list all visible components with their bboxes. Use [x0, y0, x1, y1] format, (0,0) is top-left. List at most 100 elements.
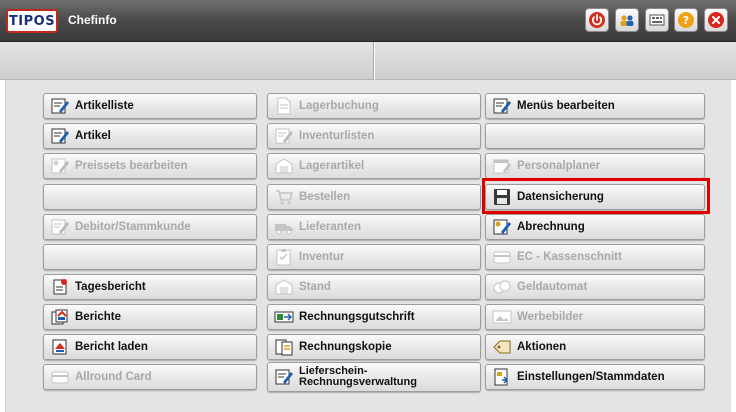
menu-button-label-line: Bericht laden — [75, 341, 148, 353]
menu-button-label: Abrechnung — [517, 221, 585, 233]
menu-button-label: Personalplaner — [517, 160, 600, 172]
menu-button-label: Berichte — [75, 311, 121, 323]
edit-icon — [50, 97, 70, 115]
menu-button-allround-card[interactable]: Allround Card — [43, 364, 257, 390]
menu-button-rechnungsgutschrift[interactable]: Rechnungsgutschrift — [267, 304, 481, 330]
close-icon — [708, 12, 724, 28]
menu-button-label: Tagesbericht — [75, 281, 146, 293]
menu-button-lieferschein[interactable]: Lieferschein- Rechnungsverwaltung — [267, 362, 481, 392]
menu-button-artikelliste[interactable]: Artikelliste — [43, 93, 257, 119]
menu-button-label-line: Inventur — [299, 251, 345, 263]
close-button[interactable] — [704, 8, 728, 32]
menu-button-artikel[interactable]: Artikel — [43, 123, 257, 149]
menu-button-label: Bestellen — [299, 191, 350, 203]
menu-button-label: Stand — [299, 281, 331, 293]
reports-icon — [50, 308, 70, 326]
keyboard-icon — [649, 14, 665, 26]
menu-button-berichte[interactable]: Berichte — [43, 304, 257, 330]
menu-button-label-line: Tagesbericht — [75, 281, 146, 293]
credit-note-icon — [274, 308, 294, 326]
card-reader-icon — [492, 248, 512, 266]
truck-icon — [274, 218, 294, 236]
picture-icon — [492, 308, 512, 326]
warehouse-icon — [274, 157, 294, 175]
menu-button-empty-col3-1[interactable] — [485, 123, 705, 149]
menu-button-lieferanten[interactable]: Lieferanten — [267, 214, 481, 240]
help-icon: ? — [678, 12, 694, 28]
edit-icon — [50, 127, 70, 145]
power-button[interactable] — [585, 8, 609, 32]
menu-button-men-s-bearbeiten[interactable]: Menüs bearbeiten — [485, 93, 705, 119]
menu-button-label-line: Rechnungskopie — [299, 341, 392, 353]
menu-button-label-line: Preissets bearbeiten — [75, 160, 188, 172]
users-button[interactable] — [615, 8, 639, 32]
menu-button-tagesbericht[interactable]: Tagesbericht — [43, 274, 257, 300]
menu-button-label-line: Rechnungsgutschrift — [299, 311, 415, 323]
document-icon — [274, 97, 294, 115]
menu-button-einstellungen-stammdaten[interactable]: Einstellungen/Stammdaten — [485, 364, 705, 390]
menu-button-label: Werbebilder — [517, 311, 583, 323]
menu-button-abrechnung[interactable]: Abrechnung — [485, 214, 705, 240]
menu-button-label-line: Werbebilder — [517, 311, 584, 323]
help-button[interactable]: ? — [674, 8, 698, 32]
menu-button-label-line: Berichte — [75, 311, 122, 323]
edit-icon — [50, 218, 70, 236]
menu-button-bestellen[interactable]: Bestellen — [267, 184, 481, 210]
price-edit-icon — [492, 218, 512, 236]
power-icon — [589, 12, 605, 28]
menu-button-label: Inventurlisten — [299, 130, 374, 142]
menu-button-label-line: Lagerartikel — [299, 160, 365, 172]
cart-icon — [274, 188, 294, 206]
users-icon — [620, 15, 634, 26]
save-icon — [492, 188, 512, 206]
menu-button-geldautomat[interactable]: Geldautomat — [485, 274, 705, 300]
menu-button-empty-col1-3[interactable] — [43, 184, 257, 210]
tag-icon — [492, 338, 512, 356]
menu-button-label: Inventur — [299, 251, 344, 263]
report-load-icon — [50, 338, 70, 356]
menu-button-label: Datensicherung — [517, 191, 604, 203]
menu-button-label: Lieferanten — [299, 221, 361, 233]
invoice-copy-icon — [274, 338, 294, 356]
coins-icon — [492, 278, 512, 296]
subbar-divider-light — [374, 42, 375, 80]
menu-button-label-line: Debitor/Stammkunde — [75, 221, 191, 233]
menu-button-label: Lagerbuchung — [299, 100, 379, 112]
menu-button-label-line: Allround Card — [75, 371, 152, 383]
menu-button-label: Menüs bearbeiten — [517, 100, 615, 112]
menu-button-label: Geldautomat — [517, 281, 587, 293]
keyboard-button[interactable] — [645, 8, 669, 32]
menu-button-label: Lieferschein- Rechnungsverwaltung — [299, 366, 417, 388]
title-bar: TIPOS Chefinfo ? — [0, 0, 736, 42]
menu-button-personalplaner[interactable]: Personalplaner — [485, 153, 705, 179]
warehouse-icon — [274, 278, 294, 296]
menu-button-label-line: Lagerbuchung — [299, 100, 379, 112]
menu-button-lagerbuchung[interactable]: Lagerbuchung — [267, 93, 481, 119]
menu-button-label-line: Rechnungsverwaltung — [299, 376, 417, 388]
planner-icon — [492, 157, 512, 175]
menu-button-inventur[interactable]: Inventur — [267, 244, 481, 270]
menu-button-label-line: Datensicherung — [517, 191, 604, 203]
menu-button-preissets-bearbeiten[interactable]: Preissets bearbeiten — [43, 153, 257, 179]
menu-button-bericht-laden[interactable]: Bericht laden — [43, 334, 257, 360]
menu-button-label: Lagerartikel — [299, 160, 364, 172]
menu-button-label: Debitor/Stammkunde — [75, 221, 191, 233]
menu-button-inventurlisten[interactable]: Inventurlisten — [267, 123, 481, 149]
menu-button-label-line: Lieferanten — [299, 221, 361, 233]
menu-button-label-line: Artikelliste — [75, 100, 134, 112]
menu-button-lagerartikel[interactable]: Lagerartikel — [267, 153, 481, 179]
menu-button-label: Bericht laden — [75, 341, 148, 353]
tipos-logo: TIPOS — [6, 9, 58, 33]
menu-button-ec-kassenschnitt[interactable]: EC - Kassenschnitt — [485, 244, 705, 270]
price-edit-icon — [50, 157, 70, 175]
menu-button-stand[interactable]: Stand — [267, 274, 481, 300]
menu-button-werbebilder[interactable]: Werbebilder — [485, 304, 705, 330]
menu-button-label-line: Personalplaner — [517, 160, 601, 172]
menu-button-aktionen[interactable]: Aktionen — [485, 334, 705, 360]
menu-button-label-line: Abrechnung — [517, 221, 585, 233]
menu-button-empty-col1-5[interactable] — [43, 244, 257, 270]
menu-button-label: Aktionen — [517, 341, 566, 353]
menu-button-debitor-stammkunde[interactable]: Debitor/Stammkunde — [43, 214, 257, 240]
menu-button-datensicherung[interactable]: Datensicherung — [485, 184, 705, 210]
menu-button-rechnungskopie[interactable]: Rechnungskopie — [267, 334, 481, 360]
